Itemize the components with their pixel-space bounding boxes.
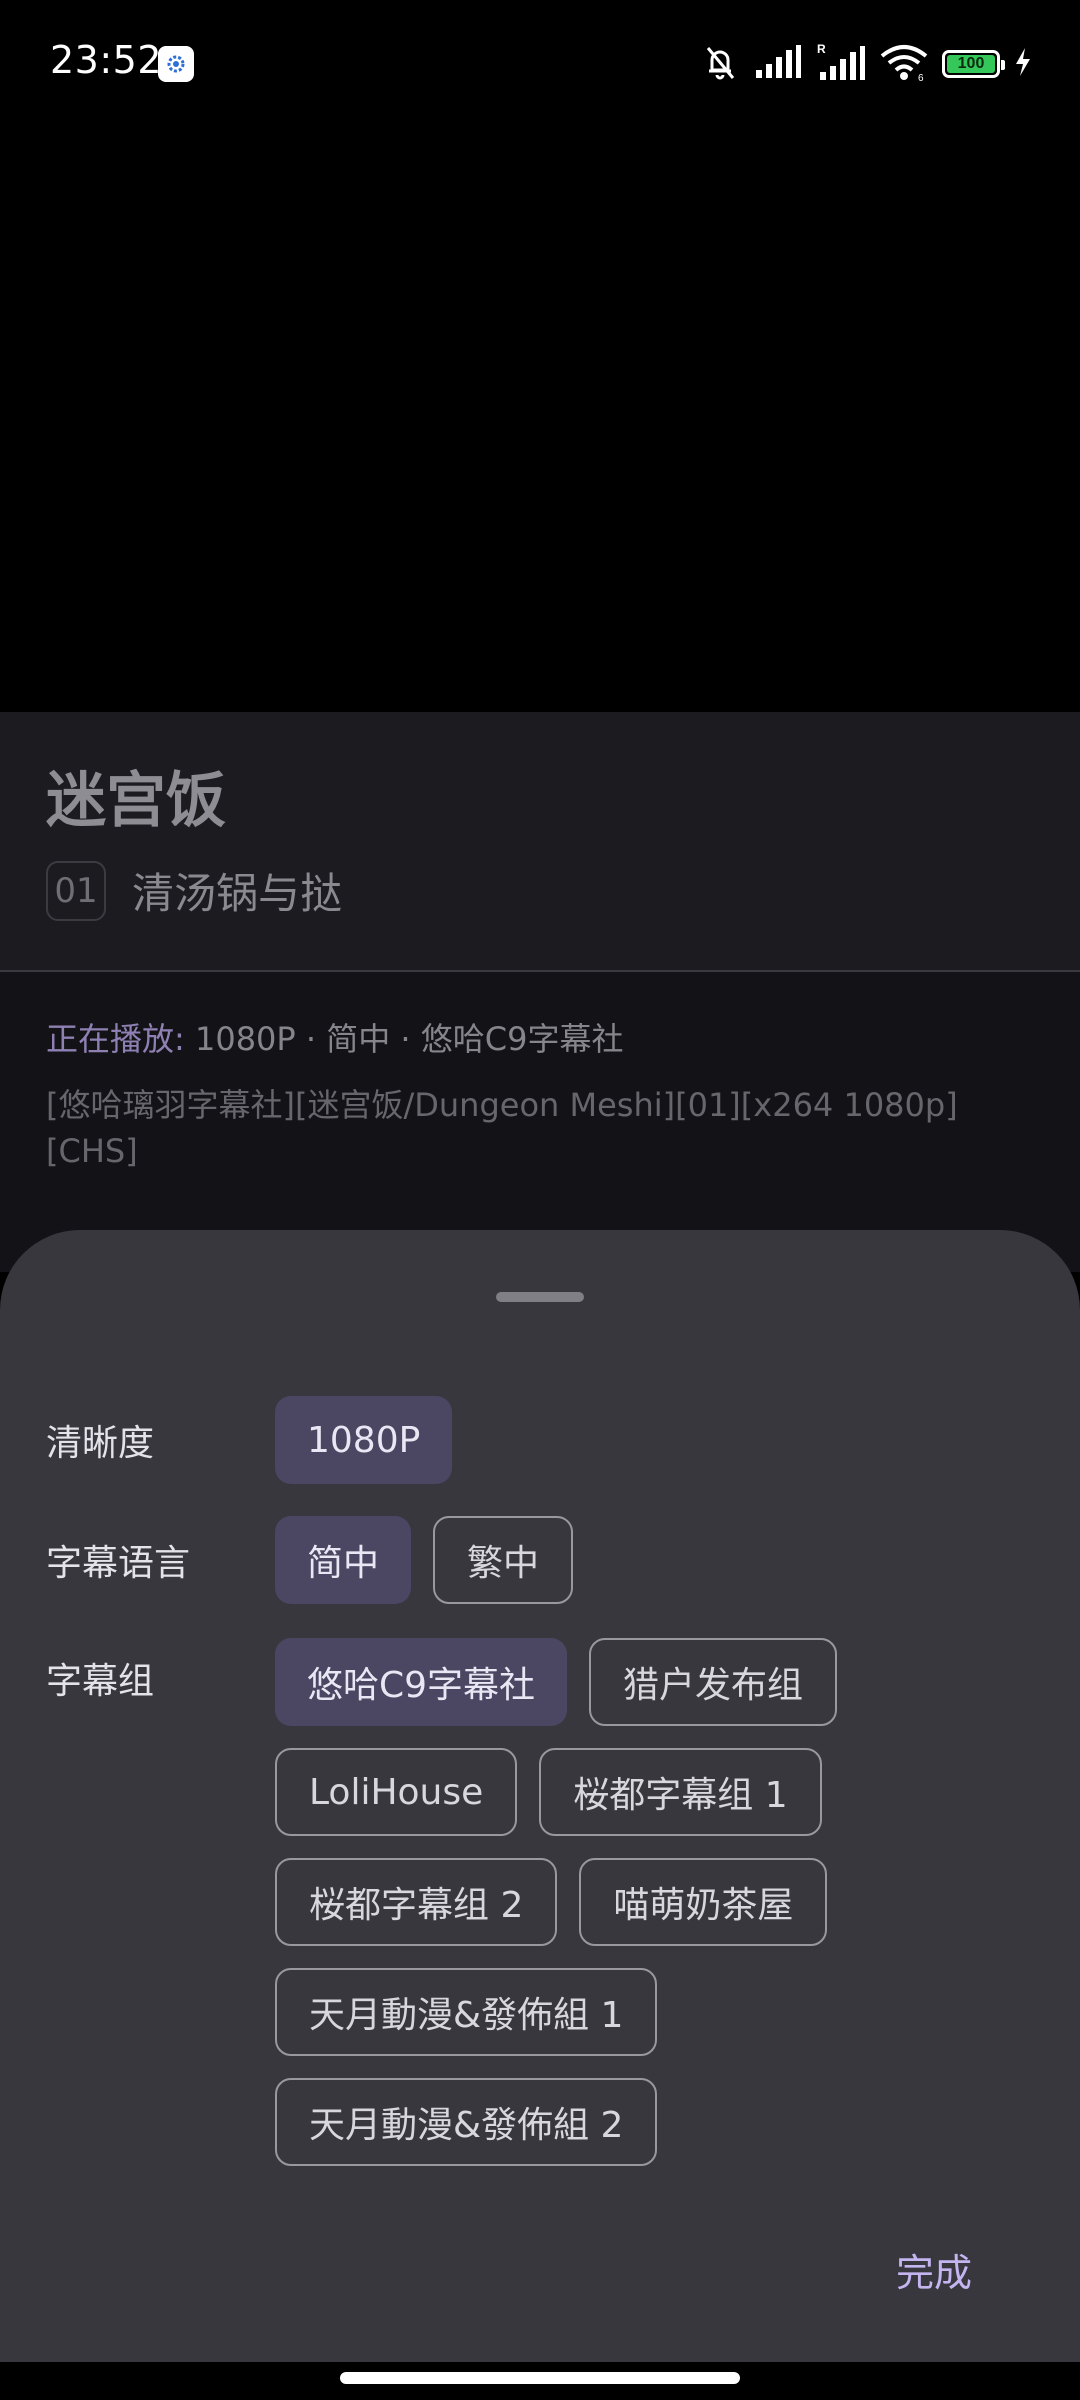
subtitle-group-chip[interactable]: LoliHouse (275, 1748, 518, 1836)
now-playing-line: 正在播放: 1080P · 简中 · 悠哈C9字幕社 (46, 1014, 623, 1060)
episode-title: 清汤锅与挞 (132, 869, 343, 918)
episode-info-panel: 迷宫饭 01 清汤锅与挞 (0, 712, 1080, 972)
now-playing-summary: 1080P · 简中 · 悠哈C9字幕社 (194, 1020, 624, 1058)
subtitle-group-chip[interactable]: 天月動漫&發佈組 1 (275, 1968, 658, 2056)
svg-text:6: 6 (918, 73, 924, 82)
subtitle-group-chip[interactable]: 桜都字幕组 1 (539, 1748, 822, 1836)
resolution-chip-1080p[interactable]: 1080P (275, 1396, 453, 1484)
subtitle-group-chip[interactable]: 悠哈C9字幕社 (275, 1638, 568, 1726)
now-playing-file-name: [悠哈璃羽字幕社][迷宫饭/Dungeon Meshi][01][x264 10… (46, 1086, 958, 1170)
subtitle-language-label: 字幕语言 (46, 1543, 191, 1584)
subtitle-group-chip[interactable]: 桜都字幕组 2 (275, 1858, 558, 1946)
episode-row: 01 清汤锅与挞 (46, 860, 342, 921)
now-playing-panel: 正在播放: 1080P · 简中 · 悠哈C9字幕社 [悠哈璃羽字幕社][迷宫饭… (0, 972, 1080, 1272)
sheet-drag-handle[interactable] (496, 1292, 584, 1302)
svg-text:R: R (817, 42, 826, 56)
status-bar: 23:52 R 6 100 (0, 0, 1080, 130)
now-playing-label: 正在播放: (46, 1020, 185, 1058)
silent-mode-icon (700, 42, 740, 86)
battery-icon: 100 (942, 50, 1005, 78)
signal-icon (754, 44, 802, 84)
subtitle-language-chip-simplified[interactable]: 简中 (275, 1516, 412, 1604)
roaming-signal-icon: R (816, 42, 866, 86)
subtitle-group-chip[interactable]: 喵萌奶茶屋 (579, 1858, 828, 1946)
status-icons: R 6 100 (700, 42, 1032, 86)
resolution-chips: 1080P (275, 1396, 1035, 1484)
subtitle-language-chip-traditional[interactable]: 繁中 (433, 1516, 574, 1604)
subtitle-group-chip[interactable]: 猎户发布组 (589, 1638, 838, 1726)
status-time: 23:52 (50, 38, 163, 82)
subtitle-group-chips: 悠哈C9字幕社 猎户发布组 LoliHouse 桜都字幕组 1 桜都字幕组 2 … (275, 1638, 1035, 2166)
video-player[interactable] (0, 130, 1080, 712)
charging-icon (1014, 47, 1032, 81)
media-select-sheet: 清晰度 1080P 字幕语言 简中 繁中 字幕组 悠哈C9字幕社 猎户发布组 L… (0, 1230, 1080, 2362)
wifi-icon: 6 (880, 42, 928, 86)
settings-app-icon (158, 46, 194, 82)
subtitle-group-label: 字幕组 (46, 1661, 155, 1702)
resolution-label: 清晰度 (46, 1423, 155, 1464)
anime-title: 迷宫饭 (46, 766, 226, 836)
subtitle-language-chips: 简中 繁中 (275, 1516, 1035, 1604)
episode-number-badge: 01 (46, 860, 106, 921)
battery-level: 100 (947, 55, 995, 73)
done-button[interactable]: 完成 (896, 2242, 972, 2297)
navigation-bar (0, 2362, 1080, 2400)
home-gesture-handle[interactable] (340, 2372, 740, 2384)
subtitle-group-chip[interactable]: 天月動漫&發佈組 2 (275, 2078, 658, 2166)
